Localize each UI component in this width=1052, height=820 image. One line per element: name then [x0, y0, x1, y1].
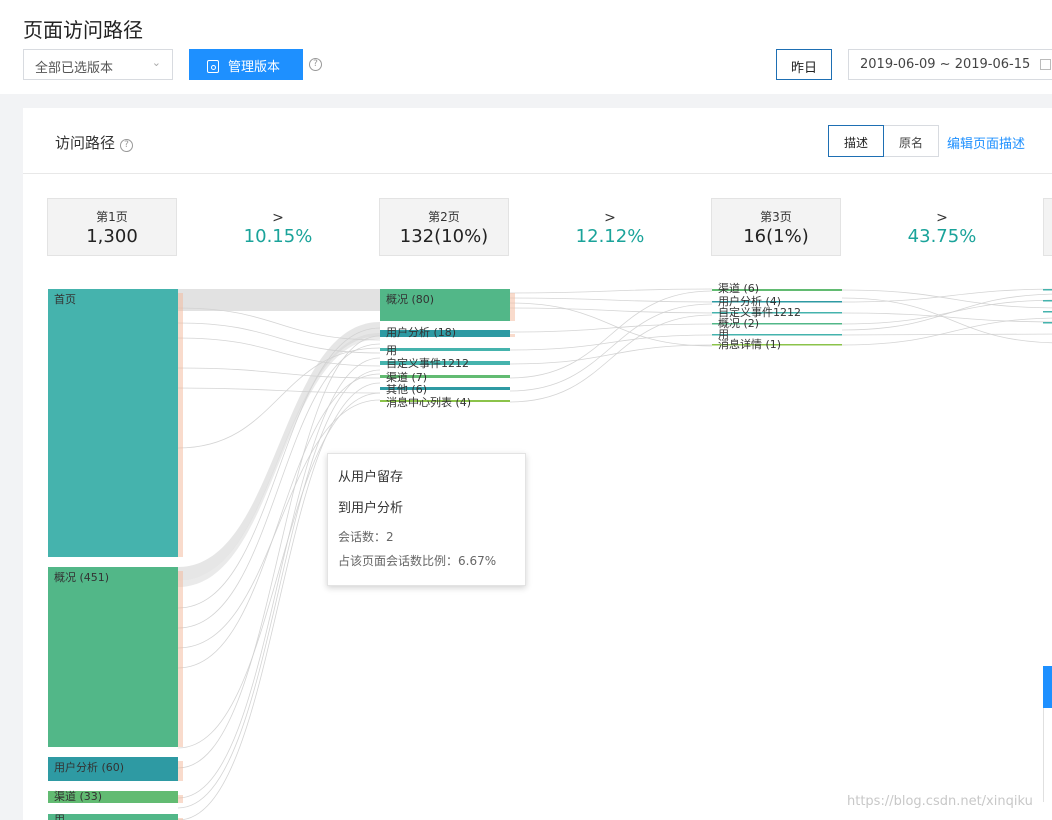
- flow-line: [509, 290, 713, 379]
- flow-line: [841, 312, 1052, 323]
- help-icon[interactable]: ?: [309, 58, 322, 71]
- flow-line: [841, 299, 1052, 325]
- sankey-node: [1043, 289, 1052, 291]
- node-label: 其他 (6): [386, 383, 427, 396]
- date-range-picker[interactable]: 2019-06-09 ~ 2019-06-15: [848, 49, 1052, 80]
- path-card: 访问路径? 描述 原名 编辑页面描述 首页 概况 (451) 用户分析 (60) 渠道…: [23, 108, 1052, 820]
- step-box-4: [1043, 198, 1052, 256]
- sankey-node: [712, 334, 842, 336]
- conversion-rate-1: > 10.15%: [213, 210, 343, 247]
- sankey-node: [48, 814, 178, 820]
- rate-value: 10.15%: [243, 226, 313, 247]
- sankey-node: [1043, 311, 1052, 313]
- step-value: 132(10%): [399, 226, 489, 247]
- node-label: 消息详情 (1): [718, 337, 781, 351]
- side-accent-bar: [1043, 666, 1052, 708]
- node-label: 消息中心列表 (4): [386, 395, 471, 409]
- conversion-rate-2: > 12.12%: [545, 210, 675, 247]
- node-label: 渠道 (7): [386, 370, 427, 384]
- step-value: 16(1%): [743, 226, 809, 247]
- chevron-down-icon: ⌄: [151, 56, 161, 69]
- flow-band: [178, 289, 380, 311]
- sankey-node: [1043, 322, 1052, 324]
- rate-arrow: >: [604, 210, 616, 226]
- tooltip-sessions: 会话数：2: [338, 530, 394, 544]
- description-toggle[interactable]: 描述: [828, 125, 884, 157]
- step-box-2: 第2页 132(10%): [379, 198, 509, 256]
- node-label: 概况 (451): [54, 571, 109, 584]
- step-value: 1,300: [86, 226, 138, 247]
- flow-line: [841, 297, 1052, 344]
- sankey-node: [48, 567, 178, 747]
- sankey-node: [380, 348, 510, 351]
- node-label: 渠道 (6): [718, 281, 759, 295]
- flow-line: [841, 333, 1052, 336]
- flow-line: [509, 288, 713, 294]
- rate-value: 12.12%: [575, 226, 645, 247]
- node-label: 首页: [54, 292, 76, 306]
- calendar-icon: [1040, 59, 1051, 70]
- exit-stripe: [510, 334, 515, 337]
- date-range-value: 2019-06-09 ~ 2019-06-15: [860, 57, 1031, 72]
- side-panel-edge: [1043, 708, 1052, 802]
- flow-line: [509, 303, 713, 392]
- step-label: 第2页: [428, 210, 460, 224]
- watermark: https://blog.csdn.net/xinqiku: [847, 794, 1033, 809]
- version-select[interactable]: 全部已选版本 ⌄: [23, 49, 173, 80]
- node-label: 自定义事件1212: [386, 356, 469, 370]
- sankey-node: [48, 289, 178, 557]
- top-bar: 页面访问路径 全部已选版本 ⌄ 管理版本 ? 昨日 2019-06-09 ~ 2…: [0, 0, 1052, 94]
- version-select-value: 全部已选版本: [35, 61, 114, 76]
- step-label: 第3页: [760, 210, 792, 224]
- node-label: 用: [386, 344, 397, 357]
- tooltip-from: 从用户留存: [338, 470, 404, 485]
- step-box-3: 第3页 16(1%): [711, 198, 841, 256]
- tooltip-to: 到用户分析: [338, 501, 404, 516]
- flow-line: [509, 323, 713, 333]
- rate-arrow: >: [936, 210, 948, 226]
- sankey-node: [1043, 300, 1052, 302]
- flow-line: [177, 387, 381, 394]
- node-label: 用户分析 (18): [386, 325, 456, 339]
- node-label: 用户分析 (60): [54, 760, 124, 774]
- exit-stripe: [510, 293, 515, 321]
- exit-stripe: [178, 795, 183, 803]
- link-tooltip: 从用户留存 到用户分析 会话数：2 占该页面会话数比例：6.67%: [327, 453, 526, 586]
- manage-version-label: 管理版本: [228, 60, 281, 75]
- tooltip-ratio: 占该页面会话数比例：6.67%: [338, 554, 497, 568]
- page-title: 页面访问路径: [23, 18, 143, 42]
- rate-arrow: >: [272, 210, 284, 226]
- flow-line: [509, 307, 713, 314]
- step-label: 第1页: [96, 210, 128, 224]
- flow-line: [509, 297, 713, 303]
- step-box-1: 第1页 1,300: [47, 198, 177, 256]
- node-label: 用: [54, 813, 65, 820]
- node-label: 渠道 (33): [54, 789, 102, 803]
- flow-line: [841, 317, 1052, 346]
- node-label: 概况 (80): [386, 293, 434, 306]
- manage-version-button[interactable]: 管理版本: [189, 49, 303, 80]
- exit-stripe: [178, 293, 183, 557]
- settings-doc-icon: [207, 60, 219, 73]
- exit-stripe: [178, 571, 183, 747]
- rate-value: 43.75%: [907, 226, 977, 247]
- conversion-rate-3: > 43.75%: [877, 210, 1007, 247]
- flow-line: [177, 369, 381, 809]
- yesterday-button[interactable]: 昨日: [776, 49, 832, 80]
- exit-stripe: [178, 761, 183, 781]
- flow-line: [841, 289, 1052, 309]
